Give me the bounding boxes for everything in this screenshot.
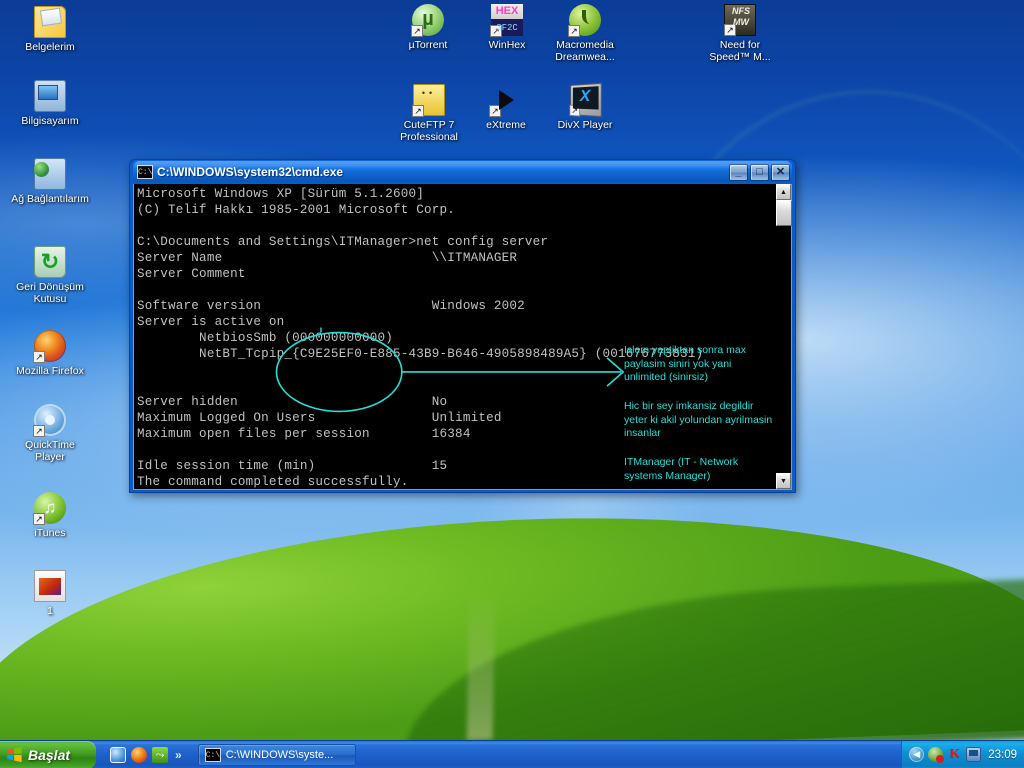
vertical-scrollbar[interactable]: ▲ ▼ (775, 184, 792, 489)
console-area[interactable]: Microsoft Windows XP [Sürüm 5.1.2600] (C… (133, 184, 792, 490)
taskbar-clock[interactable]: 23:09 (985, 749, 1017, 761)
recycle-bin-icon (34, 246, 66, 278)
desktop-icon-label: Geri Dönüşüm Kutusu (16, 281, 84, 305)
cuteftp-icon: ↗ (412, 84, 445, 117)
wallpaper-hill-path (466, 589, 496, 740)
start-button[interactable]: Başlat (0, 740, 96, 768)
desktop-icon-label: eXtreme (486, 119, 526, 131)
maximize-button[interactable]: □ (750, 163, 769, 181)
firefox-icon: ↗ (33, 330, 66, 363)
cmd-icon: C:\ (137, 165, 153, 179)
shortcut-overlay-icon: ↗ (411, 25, 423, 37)
dreamweaver-icon: ↗ (568, 4, 601, 37)
scrollbar-track[interactable] (776, 200, 792, 473)
user-account-icon[interactable] (928, 747, 945, 763)
shortcut-overlay-icon: ↗ (33, 513, 45, 525)
window-controls: _ □ ✕ (729, 163, 790, 181)
annotation-note-3: ITManager (IT - Network systems Manager) (624, 456, 739, 482)
close-button[interactable]: ✕ (771, 163, 790, 181)
desktop-icon-need-for-speed-m[interactable]: ↗ Need for Speed™ M... (700, 4, 780, 63)
divx-player-icon: ↗ (569, 82, 602, 118)
utorrent-icon: ↗ (411, 4, 444, 37)
cmd-icon: C:\ (204, 747, 221, 762)
extreme-icon: ↗ (489, 84, 522, 117)
desktop-icon-belgelerim[interactable]: Belgelerim (10, 6, 90, 53)
desktop-icon-label: iTunes (34, 527, 66, 539)
my-network-places-icon (34, 158, 66, 190)
desktop-icon-divx-player[interactable]: ↗ DivX Player (545, 82, 625, 131)
desktop-icon-label: Ağ Bağlantılarım (11, 193, 89, 205)
desktop-icon-itunes[interactable]: ↗ iTunes (10, 492, 90, 539)
my-computer-icon (34, 80, 66, 112)
desktop-icon-quicktime-player[interactable]: ↗ QuickTime Player (10, 404, 90, 463)
kaspersky-icon[interactable]: K (947, 747, 962, 762)
image-file-icon (34, 570, 66, 602)
system-tray[interactable]: ◀ K 23:09 (901, 740, 1024, 768)
shortcut-overlay-icon: ↗ (724, 24, 736, 36)
desktop-icon-a-ba-lant-lar-m[interactable]: Ağ Bağlantılarım (10, 158, 90, 205)
desktop-icon-label: Need for Speed™ M... (709, 39, 771, 63)
taskbar-task-label: C:\WINDOWS\syste... (225, 748, 334, 761)
desktop-icon-mozilla-firefox[interactable]: ↗ Mozilla Firefox (10, 330, 90, 377)
shortcut-overlay-icon: ↗ (568, 25, 580, 37)
shortcut-overlay-icon: ↗ (489, 105, 501, 117)
quick-launch-bar[interactable]: » (96, 746, 188, 763)
shortcut-overlay-icon: ↗ (490, 25, 502, 37)
minimize-button[interactable]: _ (729, 163, 748, 181)
itunes-icon: ↗ (33, 492, 66, 525)
desktop-icon-label: DivX Player (557, 119, 613, 131)
desktop-icon-cuteftp-7-professional[interactable]: ↗ CuteFTP 7 Professional (389, 84, 469, 143)
winhex-icon: ↗ (490, 4, 523, 37)
desktop-icon-label: Macromedia Dreamwea... (555, 39, 615, 63)
my-documents-icon (34, 6, 66, 38)
command-prompt-window[interactable]: C:\ C:\WINDOWS\system32\cmd.exe _ □ ✕ Mi… (129, 159, 796, 493)
need-for-speed-icon: ↗ (724, 4, 757, 36)
scrollbar-thumb[interactable] (776, 200, 792, 226)
scroll-down-button[interactable]: ▼ (776, 473, 791, 489)
shortcut-overlay-icon: ↗ (569, 104, 581, 117)
tray-expand-button[interactable]: ◀ (909, 747, 925, 762)
media-icon[interactable] (152, 746, 168, 763)
desktop-icon-winhex[interactable]: ↗ WinHex (467, 4, 547, 51)
shortcut-overlay-icon: ↗ (412, 105, 424, 117)
desktop-icon-torrent[interactable]: ↗ µTorrent (388, 4, 468, 51)
quicktime-icon: ↗ (33, 404, 66, 437)
desktop-icon-1[interactable]: 1 (10, 570, 90, 617)
shortcut-overlay-icon: ↗ (33, 425, 45, 437)
desktop-icon-label: Belgelerim (25, 41, 75, 53)
network-connection-icon[interactable] (966, 747, 982, 762)
internet-explorer-icon[interactable] (110, 746, 126, 763)
console-output[interactable]: Microsoft Windows XP [Sürüm 5.1.2600] (C… (134, 184, 775, 489)
desktop-icon-label: WinHex (488, 39, 526, 51)
scroll-up-button[interactable]: ▲ (776, 184, 791, 200)
desktop-icon-label: Mozilla Firefox (16, 365, 84, 377)
taskbar[interactable]: Başlat » C:\ C:\WINDOWS\syste... ◀ K 23:0… (0, 740, 1024, 768)
desktop-icon-label: µTorrent (408, 39, 448, 51)
window-title-bar[interactable]: C:\ C:\WINDOWS\system32\cmd.exe _ □ ✕ (133, 160, 792, 184)
desktop-icon-geri-d-n-m-kutusu[interactable]: Geri Dönüşüm Kutusu (10, 246, 90, 305)
annotation-note-2: Hic bir sey imkansiz degildir yeter ki a… (624, 400, 773, 440)
desktop-icon-extreme[interactable]: ↗ eXtreme (466, 84, 546, 131)
firefox-icon[interactable] (131, 746, 147, 763)
shortcut-overlay-icon: ↗ (33, 351, 45, 363)
quicklaunch-overflow-icon[interactable]: » (173, 748, 184, 762)
taskbar-task-button[interactable]: C:\ C:\WINDOWS\syste... (197, 743, 356, 766)
desktop-icon-bilgisayar-m[interactable]: Bilgisayarım (10, 80, 90, 127)
window-title: C:\WINDOWS\system32\cmd.exe (157, 165, 344, 179)
task-button-area[interactable]: C:\ C:\WINDOWS\syste... (188, 743, 902, 766)
desktop-icon-label: CuteFTP 7 Professional (400, 119, 458, 143)
annotation-note-1: Islem yaptiktan sonra max paylasim sinir… (624, 344, 746, 384)
windows-logo-icon (7, 746, 22, 763)
desktop-icon-label: 1 (47, 605, 53, 617)
start-button-label: Başlat (28, 746, 71, 763)
desktop-icon-label: Bilgisayarım (21, 115, 79, 127)
desktop-icon-label: QuickTime Player (25, 439, 75, 463)
desktop-icon-macromedia-dreamwea[interactable]: ↗ Macromedia Dreamwea... (545, 4, 625, 63)
